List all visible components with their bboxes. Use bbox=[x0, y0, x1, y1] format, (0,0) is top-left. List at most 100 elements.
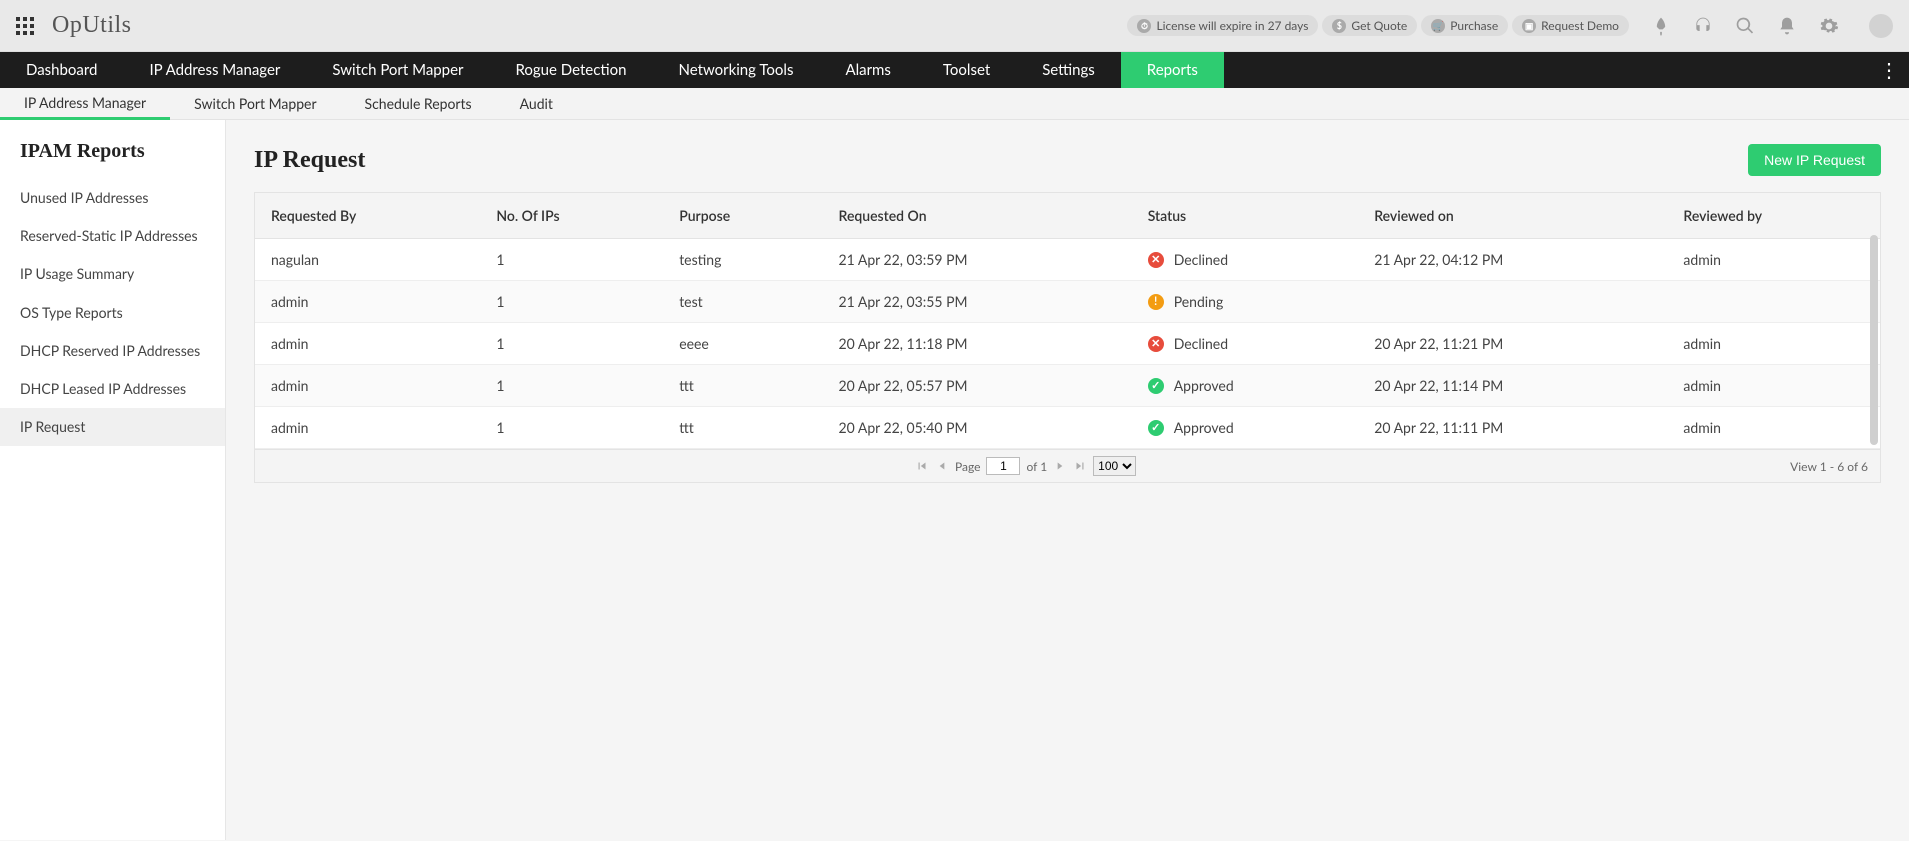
cell-requested-on: 21 Apr 22, 03:59 PM bbox=[823, 239, 1132, 281]
nav-tab-rogue-detection[interactable]: Rogue Detection bbox=[489, 52, 652, 88]
cell-requested-on: 21 Apr 22, 03:55 PM bbox=[823, 281, 1132, 323]
subnav-tab-ip-address-manager[interactable]: IP Address Manager bbox=[0, 88, 170, 120]
chip-label: License will expire in 27 days bbox=[1156, 18, 1308, 33]
col-status[interactable]: Status bbox=[1132, 193, 1359, 239]
sidebar-item-dhcp-reserved-ip-addresses[interactable]: DHCP Reserved IP Addresses bbox=[0, 332, 225, 370]
col-reviewed-on[interactable]: Reviewed on bbox=[1358, 193, 1667, 239]
table-row[interactable]: nagulan 1 testing 21 Apr 22, 03:59 PM ✕ … bbox=[255, 239, 1880, 281]
cell-reviewed-by: admin bbox=[1667, 239, 1880, 281]
apps-grid-icon[interactable] bbox=[16, 17, 34, 35]
page-size-select[interactable]: 100 bbox=[1093, 456, 1136, 476]
headset-icon[interactable] bbox=[1693, 16, 1713, 36]
chip-icon: 🛒 bbox=[1431, 19, 1445, 33]
page-input[interactable] bbox=[986, 457, 1020, 475]
cell-reviewed-by: admin bbox=[1667, 407, 1880, 449]
page-prev-icon[interactable] bbox=[935, 459, 949, 473]
nav-tab-toolset[interactable]: Toolset bbox=[917, 52, 1016, 88]
cell-requested-by: admin bbox=[255, 365, 480, 407]
header-chip-3[interactable]: ▣ Request Demo bbox=[1512, 15, 1629, 36]
col-requested-by[interactable]: Requested By bbox=[255, 193, 480, 239]
cell-requested-by: admin bbox=[255, 323, 480, 365]
search-icon[interactable] bbox=[1735, 16, 1755, 36]
user-avatar[interactable] bbox=[1869, 14, 1893, 38]
table-row[interactable]: admin 1 ttt 20 Apr 22, 05:40 PM ✓ Approv… bbox=[255, 407, 1880, 449]
status-icon-approved: ✓ bbox=[1148, 420, 1164, 436]
sidebar-item-reserved-static-ip-addresses[interactable]: Reserved-Static IP Addresses bbox=[0, 217, 225, 255]
sidebar-title: IPAM Reports bbox=[0, 140, 225, 179]
cell-no-of-ips: 1 bbox=[480, 281, 663, 323]
col-requested-on[interactable]: Requested On bbox=[823, 193, 1132, 239]
page-first-icon[interactable] bbox=[915, 459, 929, 473]
cell-reviewed-on bbox=[1358, 281, 1667, 323]
cell-status: ✕ Declined bbox=[1132, 239, 1359, 281]
status-icon-declined: ✕ bbox=[1148, 252, 1164, 268]
cell-status: ✓ Approved bbox=[1132, 407, 1359, 449]
nav-tab-ip-address-manager[interactable]: IP Address Manager bbox=[123, 52, 306, 88]
status-text: Declined bbox=[1174, 335, 1228, 352]
chip-label: Purchase bbox=[1450, 18, 1498, 33]
cell-reviewed-on: 20 Apr 22, 11:11 PM bbox=[1358, 407, 1667, 449]
col-reviewed-by[interactable]: Reviewed by bbox=[1667, 193, 1880, 239]
more-menu-icon[interactable]: ⋮ bbox=[1869, 52, 1909, 88]
sidebar-item-ip-request[interactable]: IP Request bbox=[0, 408, 225, 446]
page-title: IP Request bbox=[254, 147, 365, 174]
header-chip-1[interactable]: $ Get Quote bbox=[1322, 15, 1417, 36]
cell-purpose: testing bbox=[663, 239, 822, 281]
sidebar-item-ip-usage-summary[interactable]: IP Usage Summary bbox=[0, 255, 225, 293]
sidebar-item-unused-ip-addresses[interactable]: Unused IP Addresses bbox=[0, 179, 225, 217]
new-ip-request-button[interactable]: New IP Request bbox=[1748, 144, 1881, 176]
page-label: Page bbox=[955, 459, 980, 474]
cell-requested-by: nagulan bbox=[255, 239, 480, 281]
col-purpose[interactable]: Purpose bbox=[663, 193, 822, 239]
subnav-tab-switch-port-mapper[interactable]: Switch Port Mapper bbox=[170, 88, 340, 120]
status-text: Declined bbox=[1174, 251, 1228, 268]
cell-requested-on: 20 Apr 22, 05:40 PM bbox=[823, 407, 1132, 449]
chip-label: Request Demo bbox=[1541, 18, 1619, 33]
subnav-tab-audit[interactable]: Audit bbox=[496, 88, 577, 120]
table-row[interactable]: admin 1 test 21 Apr 22, 03:55 PM ! Pendi… bbox=[255, 281, 1880, 323]
nav-tab-dashboard[interactable]: Dashboard bbox=[0, 52, 123, 88]
table-scrollbar[interactable] bbox=[1870, 235, 1878, 445]
chip-icon: ⏱ bbox=[1137, 19, 1151, 33]
nav-tab-alarms[interactable]: Alarms bbox=[819, 52, 916, 88]
table-row[interactable]: admin 1 ttt 20 Apr 22, 05:57 PM ✓ Approv… bbox=[255, 365, 1880, 407]
cell-reviewed-by: admin bbox=[1667, 365, 1880, 407]
page-of-label: of 1 bbox=[1026, 459, 1047, 474]
bell-icon[interactable] bbox=[1777, 16, 1797, 36]
sidebar-item-dhcp-leased-ip-addresses[interactable]: DHCP Leased IP Addresses bbox=[0, 370, 225, 408]
header-chip-0[interactable]: ⏱ License will expire in 27 days bbox=[1127, 15, 1318, 36]
rocket-icon[interactable] bbox=[1651, 16, 1671, 36]
cell-requested-by: admin bbox=[255, 407, 480, 449]
nav-tab-networking-tools[interactable]: Networking Tools bbox=[652, 52, 819, 88]
page-last-icon[interactable] bbox=[1073, 459, 1087, 473]
cell-requested-on: 20 Apr 22, 11:18 PM bbox=[823, 323, 1132, 365]
cell-no-of-ips: 1 bbox=[480, 323, 663, 365]
nav-tab-settings[interactable]: Settings bbox=[1016, 52, 1121, 88]
page-next-icon[interactable] bbox=[1053, 459, 1067, 473]
table-row[interactable]: admin 1 eeee 20 Apr 22, 11:18 PM ✕ Decli… bbox=[255, 323, 1880, 365]
status-icon-pending: ! bbox=[1148, 294, 1164, 310]
cell-no-of-ips: 1 bbox=[480, 365, 663, 407]
status-text: Approved bbox=[1174, 377, 1234, 394]
cell-reviewed-on: 21 Apr 22, 04:12 PM bbox=[1358, 239, 1667, 281]
pager-summary: View 1 - 6 of 6 bbox=[1790, 459, 1868, 474]
chip-label: Get Quote bbox=[1351, 18, 1407, 33]
app-title: OpUtils bbox=[52, 12, 132, 39]
nav-tab-switch-port-mapper[interactable]: Switch Port Mapper bbox=[306, 52, 489, 88]
sidebar-item-os-type-reports[interactable]: OS Type Reports bbox=[0, 294, 225, 332]
subnav-tab-schedule-reports[interactable]: Schedule Reports bbox=[341, 88, 496, 120]
header-chip-2[interactable]: 🛒 Purchase bbox=[1421, 15, 1508, 36]
cell-purpose: test bbox=[663, 281, 822, 323]
chip-icon: ▣ bbox=[1522, 19, 1536, 33]
cell-purpose: ttt bbox=[663, 407, 822, 449]
cell-reviewed-by: admin bbox=[1667, 323, 1880, 365]
cell-no-of-ips: 1 bbox=[480, 239, 663, 281]
cell-no-of-ips: 1 bbox=[480, 407, 663, 449]
chip-icon: $ bbox=[1332, 19, 1346, 33]
gear-icon[interactable] bbox=[1819, 16, 1839, 36]
nav-tab-reports[interactable]: Reports bbox=[1121, 52, 1224, 88]
cell-reviewed-on: 20 Apr 22, 11:14 PM bbox=[1358, 365, 1667, 407]
col-no-of-ips[interactable]: No. Of IPs bbox=[480, 193, 663, 239]
cell-requested-on: 20 Apr 22, 05:57 PM bbox=[823, 365, 1132, 407]
status-text: Approved bbox=[1174, 419, 1234, 436]
